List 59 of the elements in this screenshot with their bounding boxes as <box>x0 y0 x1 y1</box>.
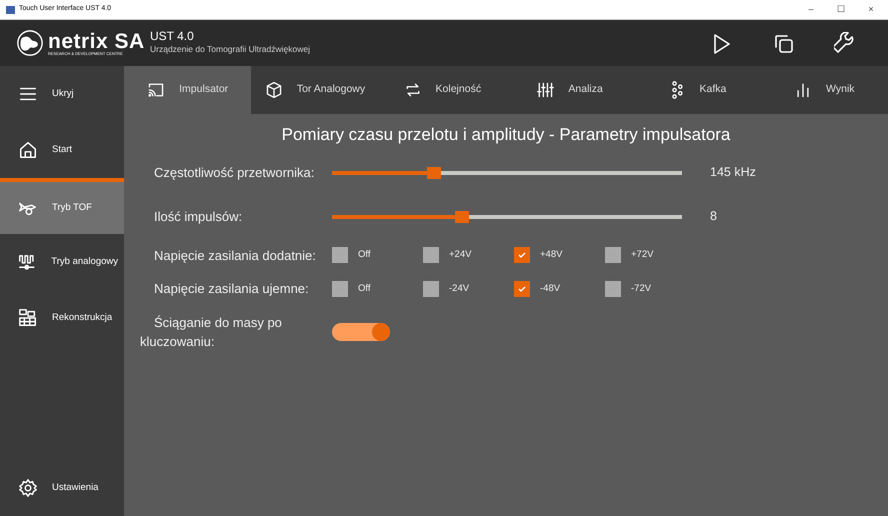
field-label: Ilość impulsów: <box>153 208 244 226</box>
sidebar-item[interactable]: Ustawienia <box>0 460 124 516</box>
field-label: Napięcie zasilania dodatnie: <box>153 246 317 265</box>
tab[interactable]: Tor Analogowy <box>251 66 379 114</box>
value-readout: 8 <box>710 208 717 226</box>
checkbox-label: -48V <box>540 282 560 296</box>
slider-thumb[interactable] <box>454 210 468 222</box>
page-title: Pomiary czasu przelotu i amplitudy - Parametry impulsatora <box>280 124 732 146</box>
app-icon <box>6 6 15 14</box>
copy-icon <box>772 32 794 54</box>
checkbox-label: +48V <box>540 248 562 262</box>
tab[interactable]: Kolejność <box>378 66 506 114</box>
sidebar-item[interactable]: Rekonstrukcja <box>0 290 124 346</box>
checkbox-label: Off <box>358 282 370 296</box>
toggle-switch[interactable] <box>332 323 390 341</box>
sidebar-item[interactable]: Ukryj <box>0 66 124 122</box>
cube-icon <box>264 81 283 99</box>
check-icon <box>517 284 527 294</box>
sidebar-item[interactable]: Tryb analogowy <box>0 234 124 290</box>
close-button[interactable]: × <box>860 2 882 16</box>
checkbox[interactable] <box>514 280 530 297</box>
checkbox-label: Off <box>358 248 370 262</box>
slider-thumb[interactable] <box>426 166 440 178</box>
checkbox-label: +24V <box>449 248 472 262</box>
tab[interactable]: Impulsator <box>124 66 252 114</box>
checkbox[interactable] <box>605 247 621 264</box>
tab[interactable]: Analiza <box>506 66 634 114</box>
value-readout: 145 kHz <box>710 164 756 182</box>
wave-icon <box>18 252 38 272</box>
field-label: Ściąganie do masy po kluczowaniu: <box>140 314 283 351</box>
check-icon <box>517 250 527 260</box>
checkbox[interactable] <box>332 247 348 264</box>
checkbox[interactable] <box>514 247 530 264</box>
sidebar-item[interactable]: Start <box>0 122 124 178</box>
sidebar-item[interactable]: Tryb TOF <box>0 178 124 234</box>
building-icon <box>18 308 38 328</box>
cast-icon <box>147 81 166 99</box>
logo-text: netrix SA <box>48 30 145 52</box>
app-subtitle: Urządzenie do Tomografii Ultradźwiękowej <box>150 43 310 56</box>
checkbox[interactable] <box>332 280 348 297</box>
minimize-button[interactable]: – <box>800 2 822 16</box>
checkbox[interactable] <box>605 280 621 297</box>
globe-icon <box>16 29 44 57</box>
settings-icon <box>18 478 38 498</box>
sliders-icon <box>536 81 554 99</box>
field-label: Napięcie zasilania ujemne: <box>153 280 310 298</box>
checkbox-label: -72V <box>631 282 652 296</box>
maximize-button[interactable]: ☐ <box>830 2 852 16</box>
repeat-icon <box>404 81 422 99</box>
checkbox-label: +72V <box>631 248 654 262</box>
field-label: Częstotliwość przetwornika: <box>153 164 316 182</box>
app-title: UST 4.0 <box>150 30 195 44</box>
tab[interactable]: Kafka <box>633 66 761 114</box>
home-icon <box>18 140 38 160</box>
tab[interactable]: Wynik <box>760 66 888 114</box>
checkbox-label: -24V <box>449 282 470 296</box>
wrench-icon <box>834 32 856 54</box>
checkbox[interactable] <box>423 280 439 297</box>
checkbox[interactable] <box>423 247 439 264</box>
